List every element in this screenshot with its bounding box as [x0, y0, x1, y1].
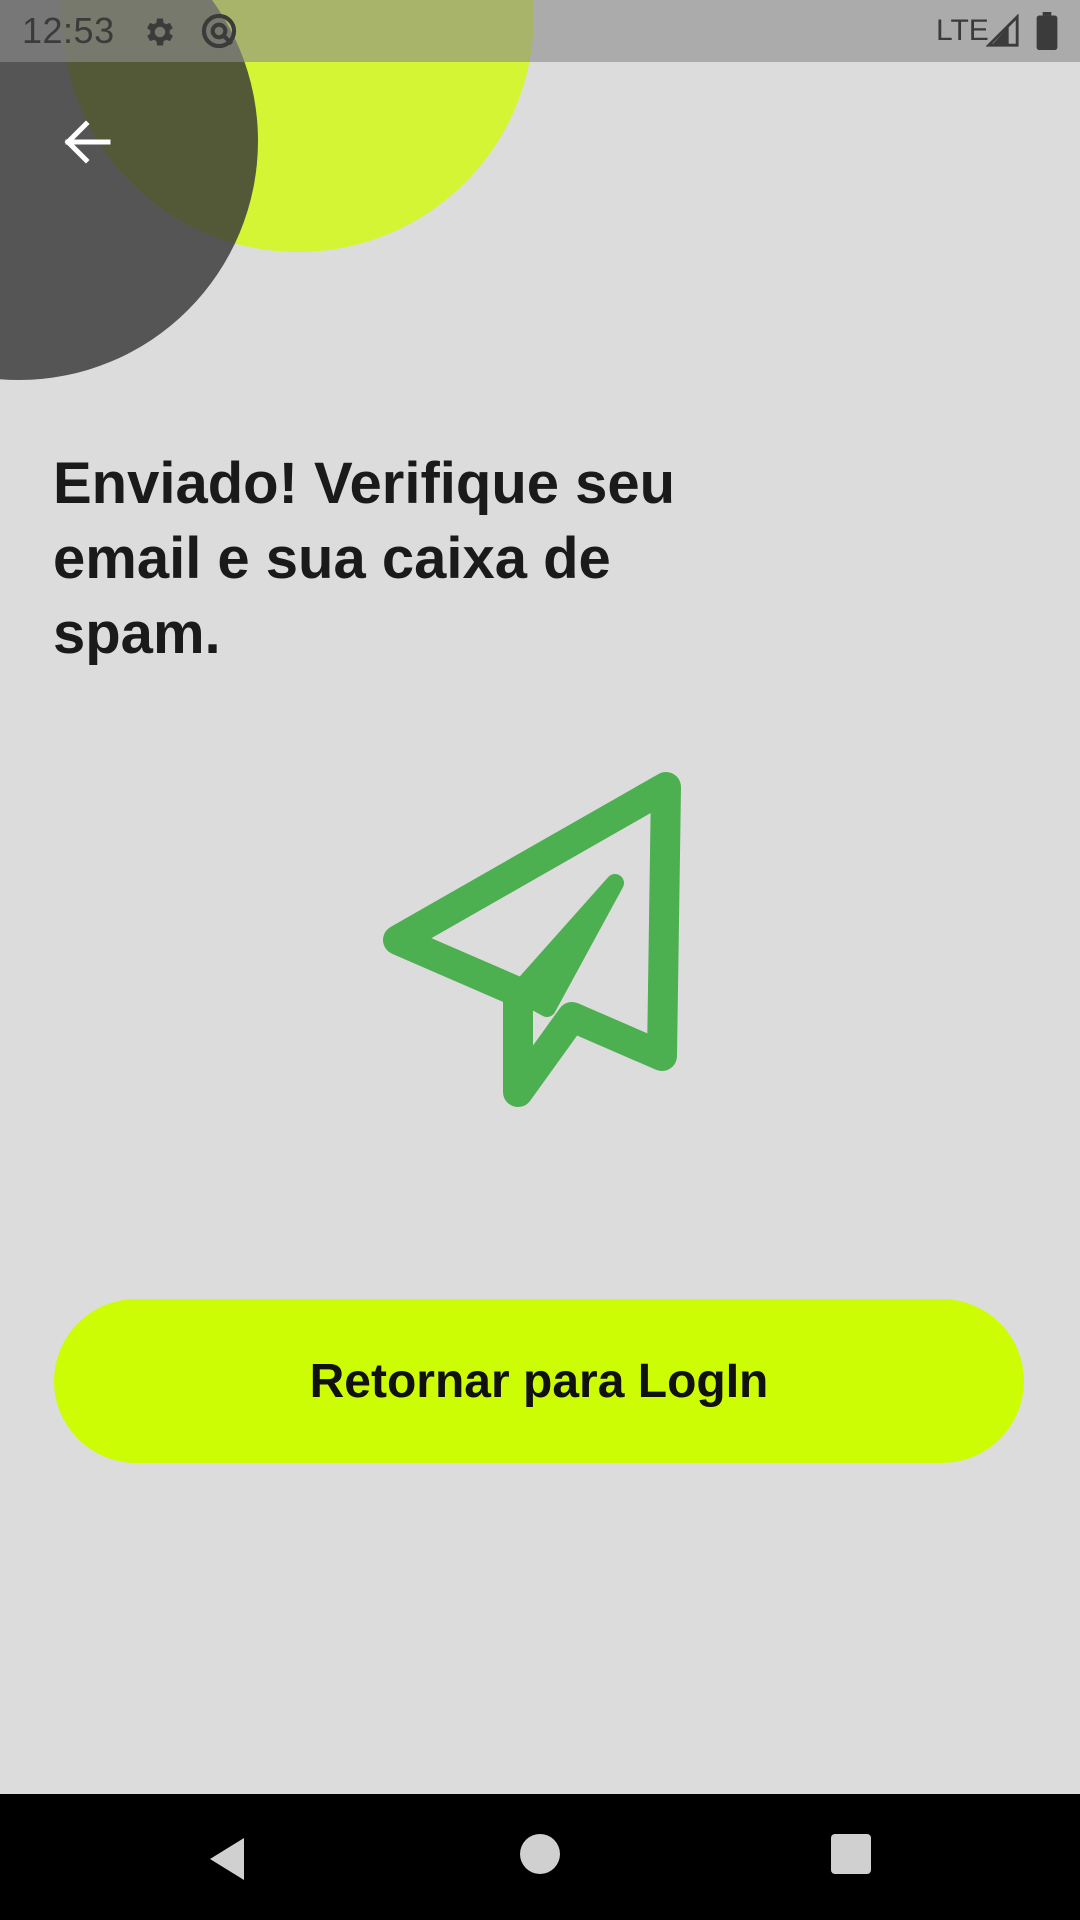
return-to-login-button[interactable]: Retornar para LogIn [54, 1299, 1024, 1463]
nav-home-icon[interactable] [520, 1834, 560, 1874]
page-title: Enviado! Verifique seu email e sua caixa… [53, 451, 676, 666]
nav-recents-icon[interactable] [831, 1834, 871, 1874]
navigation-bar [0, 1794, 1080, 1920]
screen: 12:53 LTE Enviado! Verifique seu email e… [0, 0, 1080, 1920]
back-button[interactable] [56, 110, 120, 174]
status-time: 12:53 [22, 10, 115, 51]
signal-icon [986, 14, 1019, 47]
status-bar: 12:53 LTE [0, 0, 1080, 62]
gear-icon [147, 18, 173, 46]
nav-back-icon[interactable] [204, 1834, 254, 1884]
arrow-left-icon [64, 120, 111, 164]
at-sign-icon [201, 13, 237, 49]
network-type-label: LTE [936, 14, 989, 47]
paper-plane-icon [383, 772, 681, 1107]
battery-icon [1036, 12, 1058, 50]
